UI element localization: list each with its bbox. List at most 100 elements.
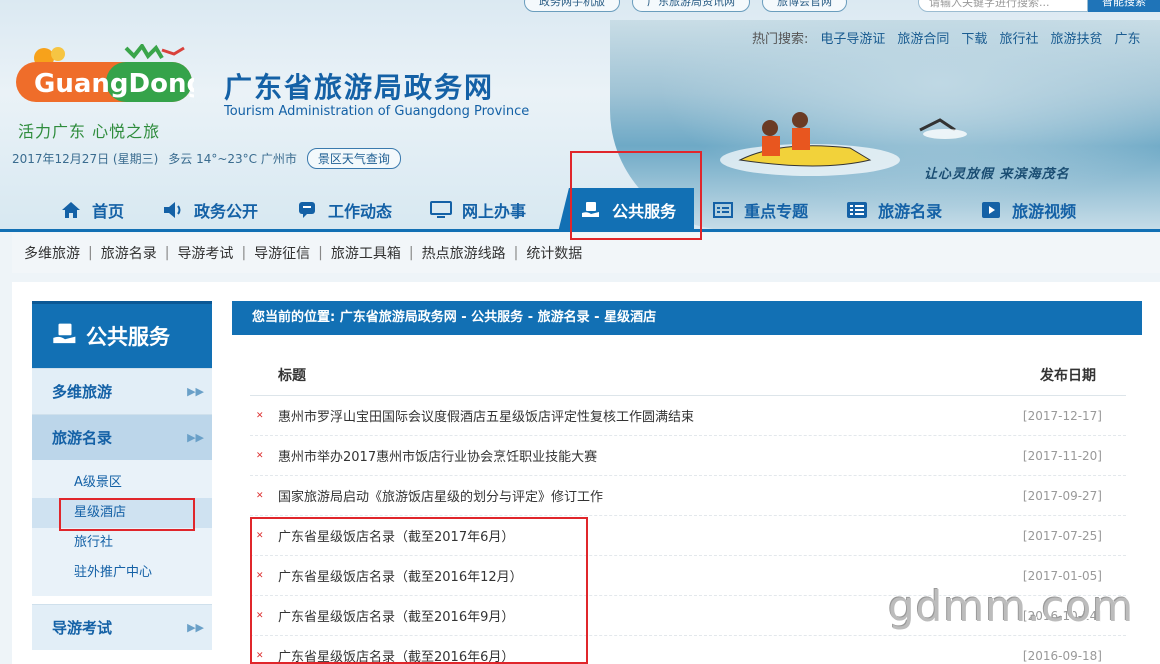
column-title: 标题 [278, 368, 306, 384]
catalog-icon [846, 200, 868, 220]
site-subtitle: Tourism Administration of Guangdong Prov… [224, 104, 530, 119]
nav-label: 旅游名录 [878, 202, 943, 221]
top-links: 政务网手机版 广东旅游局资讯网 旅博会官网 [524, 0, 847, 12]
list-item-title[interactable]: 惠州市举办2017惠州市饭店行业协会烹饪职业技能大赛 [278, 446, 1023, 465]
subnav-item[interactable]: 热点旅游线路 [422, 243, 506, 263]
subnav-item[interactable]: 多维旅游 [24, 243, 80, 263]
list-header: 标题 发布日期 [250, 358, 1126, 396]
sidebar-item-label: 多维旅游 [52, 383, 113, 401]
bullet-icon: ✕ [256, 410, 264, 421]
top-link-news[interactable]: 广东旅游局资讯网 [632, 0, 750, 12]
nav-label: 首页 [92, 202, 125, 221]
sidebar-sub-travel-agency[interactable]: 旅行社 [32, 528, 212, 558]
list-item-title[interactable]: 惠州市罗浮山宝田国际会议度假酒店五星级饭店评定性复核工作圆满结束 [278, 406, 1023, 425]
search-input[interactable]: 请输入关键字进行搜索... [918, 0, 1088, 12]
service-icon [580, 200, 602, 220]
hot-search-label: 热门搜索: [752, 32, 809, 47]
hot-search-item[interactable]: 电子导游证 [820, 28, 885, 47]
bullet-icon: ✕ [256, 530, 264, 541]
list-item[interactable]: ✕ 惠州市罗浮山宝田国际会议度假酒店五星级饭店评定性复核工作圆满结束 [2017… [250, 396, 1126, 436]
nav-item-work-news[interactable]: 工作动态 [296, 188, 412, 232]
sidebar-item-label: 旅游名录 [52, 429, 113, 447]
subnav-item[interactable]: 统计数据 [526, 243, 582, 263]
sidebar-item-multi-tourism[interactable]: 多维旅游 ▶▶ [32, 368, 212, 414]
hot-search-item[interactable]: 下载 [961, 28, 987, 47]
search-button[interactable]: 智能搜索 [1088, 0, 1160, 12]
sidebar-sub-a-scenic[interactable]: A级景区 [32, 468, 212, 498]
list-item-date: [2017-09-27] [1022, 488, 1102, 503]
nav-item-government-affairs[interactable]: 政务公开 [162, 188, 278, 232]
subnav-item[interactable]: 导游征信 [254, 243, 310, 263]
sidebar: 公共服务 多维旅游 ▶▶ 旅游名录 ▶▶ A级景区 星级酒店 旅行社 驻外推广中… [32, 301, 212, 650]
nav-item-key-topics[interactable]: 重点专题 [712, 188, 828, 232]
monitor-icon [430, 200, 453, 220]
sidebar-sub-star-hotel[interactable]: 星级酒店 [32, 498, 212, 528]
list-item-title[interactable]: 广东省星级饭店名录（截至2016年6月） [278, 646, 1023, 664]
subnav-separator: | [318, 245, 323, 261]
subnav-item[interactable]: 导游考试 [177, 243, 233, 263]
weather-bar: 2017年12月27日 (星期三) 多云 14°~23°C 广州市 景区天气查询 [12, 148, 401, 169]
hot-search: 热门搜索: 电子导游证 旅游合同 下载 旅行社 旅游扶贫 广东 [752, 28, 1140, 47]
sidebar-item-guide-exam[interactable]: 导游考试 ▶▶ [32, 604, 212, 650]
hot-search-item[interactable]: 广东 [1114, 28, 1140, 47]
nav-item-home[interactable]: 首页 [60, 188, 144, 232]
breadcrumb: 您当前的位置: 广东省旅游局政务网 - 公共服务 - 旅游名录 - 星级酒店 [232, 301, 1142, 335]
list-icon [712, 200, 734, 220]
list-item-date: [2017-11-20] [1022, 448, 1102, 463]
hot-search-item[interactable]: 旅游扶贫 [1050, 28, 1102, 47]
list-item-title[interactable]: 广东省星级饭店名录（截至2017年6月） [278, 526, 1023, 545]
sidebar-sublist: A级景区 星级酒店 旅行社 驻外推广中心 [32, 460, 212, 596]
nav-label: 旅游视频 [1012, 202, 1077, 221]
nav-item-tourism-directory[interactable]: 旅游名录 [846, 188, 962, 232]
sidebar-header: 公共服务 [32, 301, 212, 368]
nav-label: 工作动态 [328, 202, 393, 221]
list-item-date: [2017-01-05] [1022, 568, 1102, 583]
column-date: 发布日期 [1040, 368, 1096, 384]
subnav-separator: | [408, 245, 414, 261]
sub-nav: 多维旅游 | 旅游名录 | 导游考试 | 导游征信 | 旅游工具箱 | 热点旅游线路 | 统… [12, 233, 1160, 273]
nav-item-public-service[interactable]: 公共服务 [558, 188, 695, 232]
site-title: 广东省旅游局政务网 [224, 71, 495, 104]
sidebar-title: 公共服务 [86, 325, 170, 349]
list-item[interactable]: ✕ 惠州市举办2017惠州市饭店行业协会烹饪职业技能大赛 [2017-11-20… [250, 436, 1126, 476]
sidebar-item-tourism-directory[interactable]: 旅游名录 ▶▶ [32, 414, 212, 460]
watermark: gdmm.com [888, 582, 1135, 631]
home-icon [60, 200, 82, 220]
nav-label: 重点专题 [744, 202, 809, 221]
logo-text: GuangDong [34, 69, 194, 99]
list-item[interactable]: ✕ 广东省星级饭店名录（截至2016年6月） [2016-09-18] [250, 636, 1126, 664]
top-link-expo[interactable]: 旅博会官网 [762, 0, 847, 12]
header-motto: 让心灵放假 来滨海茂名 [924, 167, 1070, 182]
subnav-separator: | [241, 245, 247, 261]
top-link-mobile[interactable]: 政务网手机版 [524, 0, 620, 12]
bullet-icon: ✕ [256, 650, 264, 661]
subnav-separator: | [88, 245, 93, 261]
hot-search-item[interactable]: 旅行社 [999, 28, 1038, 47]
list-item-date: [2017-07-25] [1022, 528, 1102, 543]
list-item[interactable]: ✕ 国家旅游局启动《旅游饭店星级的划分与评定》修订工作 [2017-09-27] [250, 476, 1126, 516]
weather-condition: 多云 14°~23°C 广州市 [168, 152, 297, 166]
bullet-icon: ✕ [256, 490, 264, 501]
guangdong-logo[interactable]: GuangDong [14, 44, 194, 106]
nav-item-tourism-video[interactable]: 旅游视频 [980, 188, 1096, 232]
hot-search-item[interactable]: 旅游合同 [897, 28, 949, 47]
subnav-separator: | [164, 245, 170, 261]
double-chevron-right-icon: ▶▶ [187, 621, 204, 634]
subnav-item[interactable]: 旅游名录 [101, 243, 157, 263]
list-item-title[interactable]: 国家旅游局启动《旅游饭店星级的划分与评定》修订工作 [278, 486, 1023, 505]
nav-item-online-service[interactable]: 网上办事 [430, 188, 546, 232]
list-item[interactable]: ✕ 广东省星级饭店名录（截至2017年6月） [2017-07-25] [250, 516, 1126, 556]
nav-label: 网上办事 [462, 202, 527, 221]
list-item-date: [2017-12-17] [1022, 408, 1102, 423]
chat-icon [296, 200, 318, 220]
bullet-icon: ✕ [256, 450, 264, 461]
logo-slogan: 活力广东 心悦之旅 [18, 122, 161, 141]
nav-divider [0, 229, 1160, 232]
bullet-icon: ✕ [256, 570, 264, 581]
subnav-separator: | [513, 245, 519, 261]
double-chevron-right-icon: ▶▶ [187, 385, 204, 398]
weather-query-button[interactable]: 景区天气查询 [306, 148, 401, 169]
weather-date: 2017年12月27日 (星期三) [12, 152, 159, 166]
subnav-item[interactable]: 旅游工具箱 [331, 243, 401, 263]
sidebar-sub-promotion-center[interactable]: 驻外推广中心 [32, 558, 212, 588]
